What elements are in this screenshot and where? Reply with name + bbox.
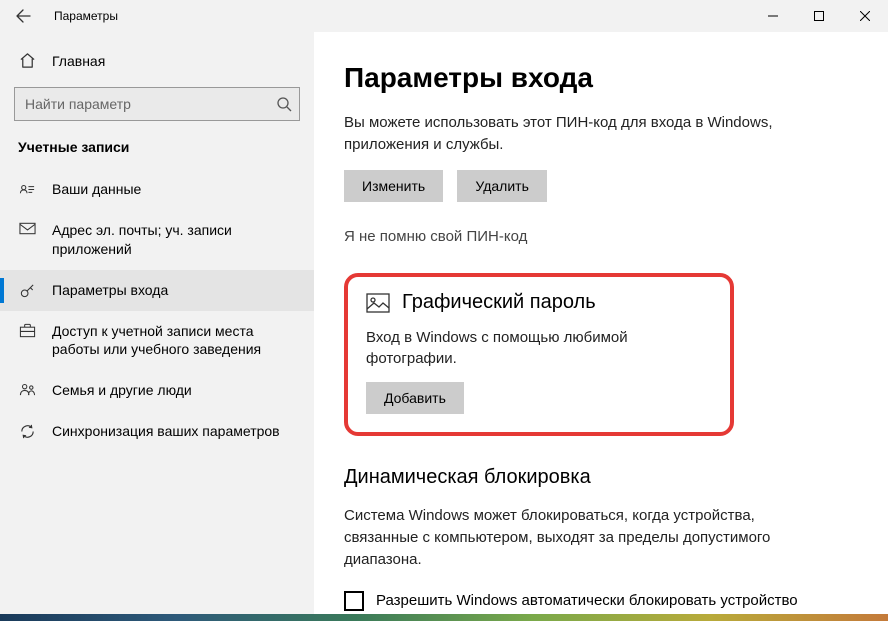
sidebar-item-label: Семья и другие люди [52,381,192,400]
sidebar-item-signin-options[interactable]: Параметры входа [0,270,314,311]
dynamic-lock-checkbox-label: Разрешить Windows автоматически блокиров… [376,590,804,614]
checkbox-icon[interactable] [344,591,364,611]
window-title: Параметры [46,9,750,23]
sidebar-item-family[interactable]: Семья и другие люди [0,370,314,411]
dynamic-lock-title: Динамическая блокировка [344,466,858,489]
person-card-icon [18,181,36,198]
sidebar: Главная Учетные записи Ваши данные [0,32,314,614]
add-picture-password-button[interactable]: Добавить [366,382,464,414]
people-icon [18,382,36,397]
window-controls [750,0,888,32]
back-button[interactable] [0,0,46,32]
picture-password-description: Вход в Windows с помощью любимой фотогра… [366,327,712,371]
dynamic-lock-checkbox-row[interactable]: Разрешить Windows автоматически блокиров… [344,590,804,614]
sidebar-item-work-access[interactable]: Доступ к учетной записи места работы или… [0,311,314,371]
sync-icon [18,423,36,440]
pin-description: Вы можете использовать этот ПИН-код для … [344,112,784,156]
content-area: Параметры входа Вы можете использовать э… [314,32,888,614]
home-link[interactable]: Главная [0,46,314,87]
picture-password-section: Графический пароль Вход в Windows с помо… [344,273,734,437]
search-input[interactable] [14,87,300,121]
nav-list: Ваши данные Адрес эл. почты; уч. записи … [0,169,314,452]
picture-icon [366,291,390,315]
pin-button-row: Изменить Удалить [344,170,858,202]
sidebar-item-label: Синхронизация ваших параметров [52,422,280,441]
sidebar-item-your-info[interactable]: Ваши данные [0,169,314,210]
maximize-icon [814,11,824,21]
search-icon [276,96,292,112]
sidebar-item-sync[interactable]: Синхронизация ваших параметров [0,411,314,452]
minimize-button[interactable] [750,0,796,32]
sidebar-item-label: Адрес эл. почты; уч. записи приложений [52,221,296,259]
sidebar-item-label: Ваши данные [52,180,141,199]
key-icon [18,282,36,299]
close-icon [860,11,870,21]
briefcase-icon [18,323,36,338]
minimize-icon [768,11,778,21]
close-button[interactable] [842,0,888,32]
forgot-pin-link[interactable]: Я не помню свой ПИН-код [344,228,527,245]
sidebar-item-email[interactable]: Адрес эл. почты; уч. записи приложений [0,210,314,270]
picture-password-title: Графический пароль [402,291,596,314]
settings-window: Параметры Главная [0,0,888,614]
taskbar-strip [0,614,888,621]
sidebar-item-label: Параметры входа [52,281,168,300]
arrow-left-icon [15,8,31,24]
change-pin-button[interactable]: Изменить [344,170,443,202]
sidebar-item-label: Доступ к учетной записи места работы или… [52,322,296,360]
dynamic-lock-description: Система Windows может блокироваться, ког… [344,505,784,570]
section-header: Графический пароль [366,291,712,315]
delete-pin-button[interactable]: Удалить [457,170,547,202]
window-body: Главная Учетные записи Ваши данные [0,32,888,614]
maximize-button[interactable] [796,0,842,32]
page-title: Параметры входа [344,62,858,94]
search-container [14,87,300,121]
mail-icon [18,222,36,235]
home-label: Главная [52,53,105,69]
titlebar: Параметры [0,0,888,32]
category-title: Учетные записи [0,139,314,169]
home-icon [18,52,36,69]
